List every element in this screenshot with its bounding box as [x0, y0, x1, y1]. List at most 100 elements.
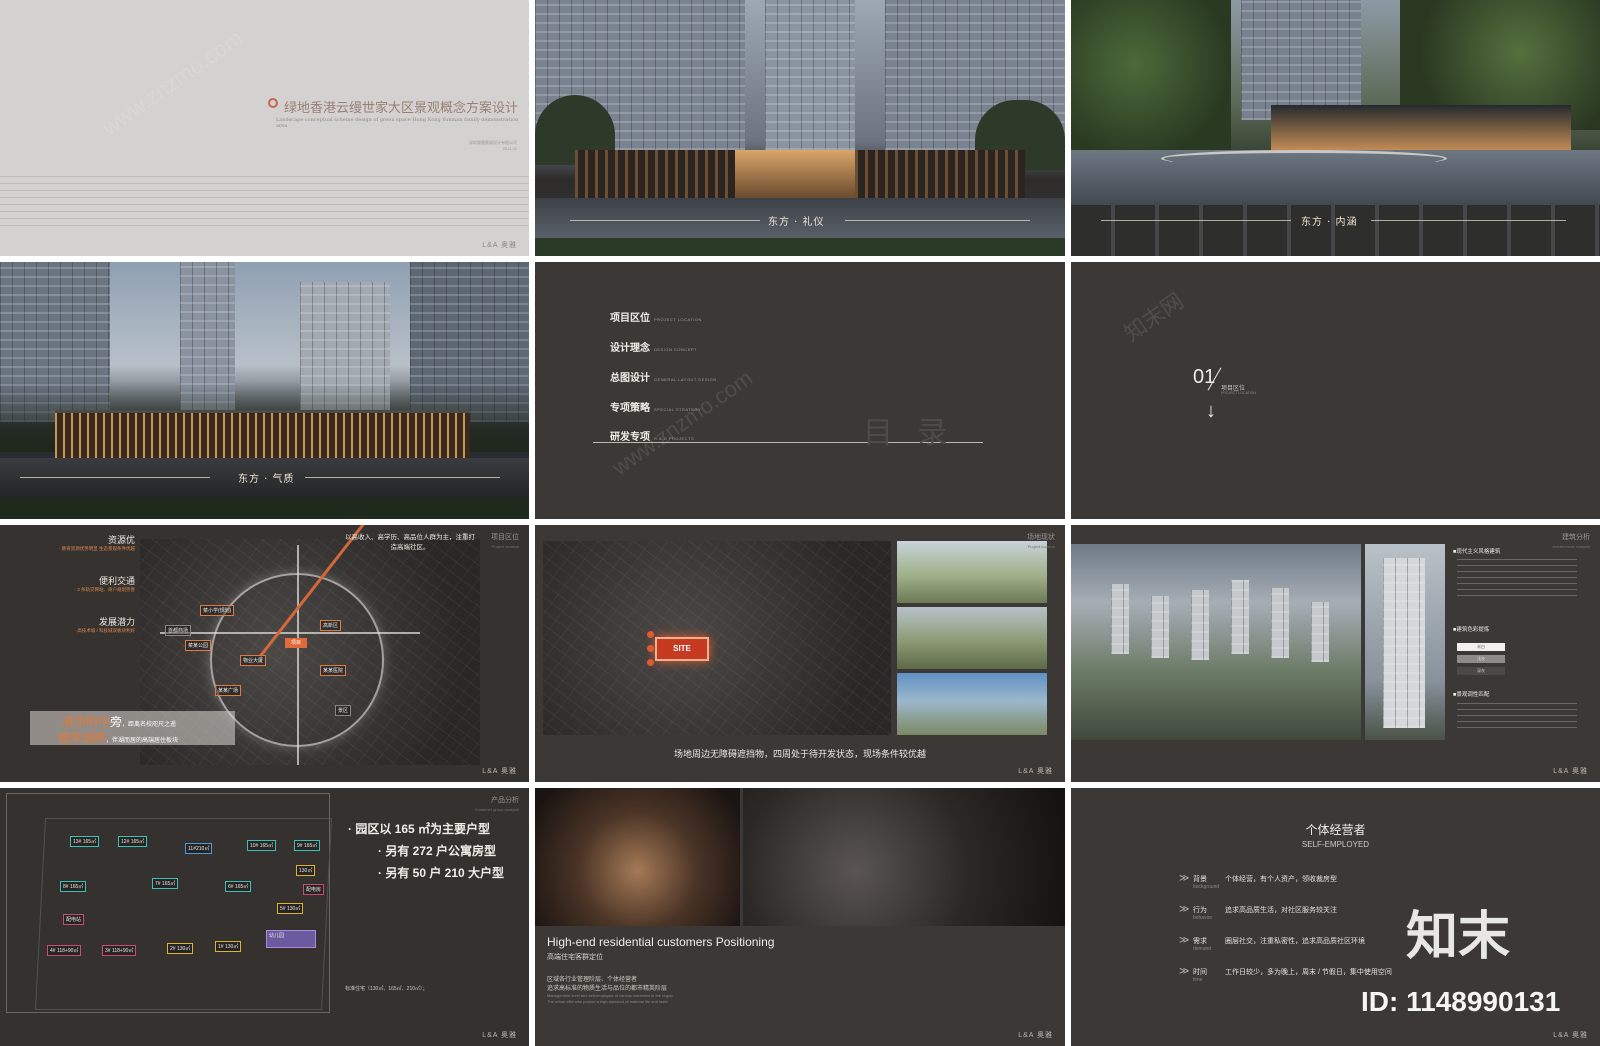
site-caption: 场地周边无障碍遮挡物，四周处于待开发状态，现场条件较优越: [673, 749, 926, 759]
tone-text: [1457, 703, 1577, 729]
unit-label[interactable]: 8# 165㎡: [60, 881, 87, 892]
unit-label[interactable]: 12# 165㎡: [118, 836, 148, 847]
persona-title: 个体经营者: [1305, 823, 1366, 837]
persona-row-behavior: ≫ 行为 追求高品质生活，对社区服务较关注 behavior: [1179, 904, 1337, 921]
unit-label[interactable]: 1# 130㎡: [215, 941, 242, 952]
tower-bg: [1241, 0, 1361, 120]
poi-label: 某某医院: [320, 665, 347, 676]
poi-label: 菜小学(规划): [200, 605, 235, 616]
unit-label[interactable]: 10# 165㎡: [247, 840, 277, 851]
heading-tone: ■景观调性匹配: [1453, 692, 1490, 698]
render-inner-slide[interactable]: 东方 · 内涵: [1071, 0, 1600, 256]
contents-watermark: 目 录: [863, 417, 956, 450]
poi-label: 某某广场: [215, 685, 242, 696]
view-point-2[interactable]: [647, 645, 654, 652]
unit-label[interactable]: 2# 130㎡: [167, 943, 194, 954]
tower-render[interactable]: [1365, 544, 1445, 740]
curved-bridge: [1161, 150, 1447, 167]
heading-colors: ■建筑色彩提炼: [1453, 627, 1490, 633]
slide-logo: L&A 奥雅: [1553, 768, 1588, 775]
unit-label[interactable]: 3# 118+90㎡: [102, 945, 137, 956]
customer-positioning-slide[interactable]: High-end residential customers Positioni…: [535, 788, 1065, 1046]
poi-label: 首都商场: [165, 625, 192, 636]
slide-logo: L&A 奥雅: [482, 768, 517, 775]
poi-label: 景区: [335, 705, 352, 716]
down-arrow-icon: ↓: [1206, 400, 1216, 422]
unit-label[interactable]: 5# 130㎡: [277, 903, 304, 914]
advantage-title: 资源优: [107, 535, 135, 545]
poi-label: 物业大厦: [240, 655, 267, 666]
site-photo-1[interactable]: [897, 541, 1047, 603]
site-marker: 项目: [285, 638, 307, 648]
presentation-thumbnail-grid: 绿地香港云缦世家大区景观概念方案设计 Landscape conceptual …: [0, 0, 1600, 1046]
unit-label[interactable]: 13# 165㎡: [70, 836, 100, 847]
cover-logo: L&A 奥雅: [482, 242, 517, 249]
unit-label[interactable]: 4# 118+90㎡: [47, 945, 82, 956]
slide-logo: L&A 奥雅: [1553, 1032, 1588, 1039]
view-point-1[interactable]: [647, 631, 654, 638]
site-aerial-map: [543, 541, 891, 735]
customers-line2: 追求高标准的物质生活与品位的都市精英阶层: [547, 986, 668, 992]
site-photo-2[interactable]: [897, 607, 1047, 669]
photo-gentlemen[interactable]: [743, 788, 1065, 926]
kindergarten[interactable]: 幼儿园: [266, 930, 316, 948]
aerial-render[interactable]: [1071, 544, 1361, 740]
customers-line1: 区域各行业管理阶层、个体经营者: [547, 977, 638, 983]
persona-row-background: ≫ 背景 个体经营，有个人资产，领收裁房型 background: [1179, 873, 1337, 890]
location-slide[interactable]: 项目 菜小学(规划) 物业大厦 高新区 菜某公园 某某医院 某某广场 首都商场 …: [0, 525, 529, 782]
swatch-darkgrey: 深灰: [1457, 667, 1505, 675]
site-photo-3[interactable]: [897, 673, 1047, 735]
menu-item-concept[interactable]: 设计理念 DESIGN CONCEPT: [610, 339, 697, 354]
menu-item-layout[interactable]: 总图设计 GENERAL LAYOUT DESIGN: [610, 369, 717, 384]
menu-item-location[interactable]: 项目区位 PROJECT LOCATION: [610, 309, 702, 324]
site-status-slide[interactable]: SITE 场地周边无障碍遮挡物，四周处于待开发状态，现场条件较优越 场地现状 Pr…: [535, 525, 1065, 782]
brand-watermark: 知末: [1406, 908, 1511, 966]
unit-label[interactable]: 7# 165㎡: [152, 878, 179, 889]
cover-subtitle: Landscape conceptual scheme design of gr…: [276, 117, 519, 129]
slide-logo: L&A 奥雅: [1018, 768, 1053, 775]
render-temperament-slide[interactable]: 东方 · 气质: [0, 262, 529, 519]
product-note: 标准住宅（130㎡、165㎡、210㎡）；: [345, 986, 428, 992]
poi-label: 菜某公园: [185, 640, 212, 651]
advantage-title: 便利交通: [98, 576, 135, 586]
product-slide[interactable]: 13# 165㎡ 12# 165㎡ 11#210㎡ 10# 165㎡ 9# 16…: [0, 788, 529, 1046]
persona-row-time: ≫ 时间 工作日较少，多为晚上，周末 / 节假日，集中使用空间 time: [1179, 966, 1392, 983]
render-ceremony-slide[interactable]: 东方 · 礼仪: [535, 0, 1065, 256]
advantage-sub: · 高技术城 / 科技城双板块利好: [74, 628, 136, 633]
unit-label[interactable]: 130㎡: [296, 865, 316, 876]
pavilion: [55, 410, 470, 459]
location-pin-icon: [268, 98, 278, 108]
axis-road-h: [160, 632, 420, 634]
unit-label[interactable]: 6# 165㎡: [225, 881, 252, 892]
image-id-watermark: ID: 1148990131: [1361, 986, 1561, 1017]
heading-style: ■现代主义风格建筑: [1453, 549, 1501, 555]
lawn: [0, 498, 529, 519]
cover-slide[interactable]: 绿地香港云缦世家大区景观概念方案设计 Landscape conceptual …: [0, 0, 529, 256]
architecture-slide[interactable]: ■现代主义风格建筑 ■建筑色彩提炼 米白 浅灰 深灰 ■景观调性匹配 建筑分析 A…: [1071, 525, 1600, 782]
customers-line3: Management level and self-employed of va…: [547, 993, 674, 998]
axis-road-v: [297, 545, 299, 765]
swatch-lightgrey: 浅灰: [1457, 655, 1505, 663]
photo-caption: 东方 · 内涵: [1301, 217, 1358, 228]
highlight-banner: 清华附中旁，距离名校咫尺之遥 檀李湖畔，伴湖而居的高端居住板块: [30, 711, 235, 745]
unit-label[interactable]: 配电站: [63, 914, 85, 925]
cover-title: 绿地香港云缦世家大区景观概念方案设计: [284, 101, 519, 116]
section-en: PROJECT LOCATION: [1221, 391, 1256, 395]
swatch-offwhite: 米白: [1457, 643, 1505, 651]
persona-subtitle: SELF-EMPLOYED: [1301, 840, 1370, 849]
photo-caption: 东方 · 气质: [238, 474, 295, 485]
slide-logo: L&A 奥雅: [1018, 1032, 1053, 1039]
lawn: [535, 238, 1065, 256]
photo-dinner-party[interactable]: [535, 788, 740, 926]
contents-slide[interactable]: 项目区位 PROJECT LOCATION 设计理念 DESIGN CONCEPT …: [535, 262, 1065, 519]
persona-row-demand: ≫ 需求 圈层社交，注重私密性，追求高品质社区环境 demand: [1179, 935, 1365, 952]
cover-year: 2021.11: [502, 146, 517, 151]
unit-label[interactable]: 配电房: [303, 884, 325, 895]
unit-label[interactable]: 9# 165㎡: [294, 840, 321, 851]
site-tag: SITE: [655, 637, 709, 661]
style-text: [1457, 559, 1577, 599]
poi-label: 高新区: [320, 620, 342, 631]
persona-slide[interactable]: 个体经营者 SELF-EMPLOYED ≫ 背景 个体经营，有个人资产，领收裁房型 …: [1071, 788, 1600, 1046]
unit-label[interactable]: 11#210㎡: [185, 843, 213, 854]
view-point-3[interactable]: [647, 659, 654, 666]
